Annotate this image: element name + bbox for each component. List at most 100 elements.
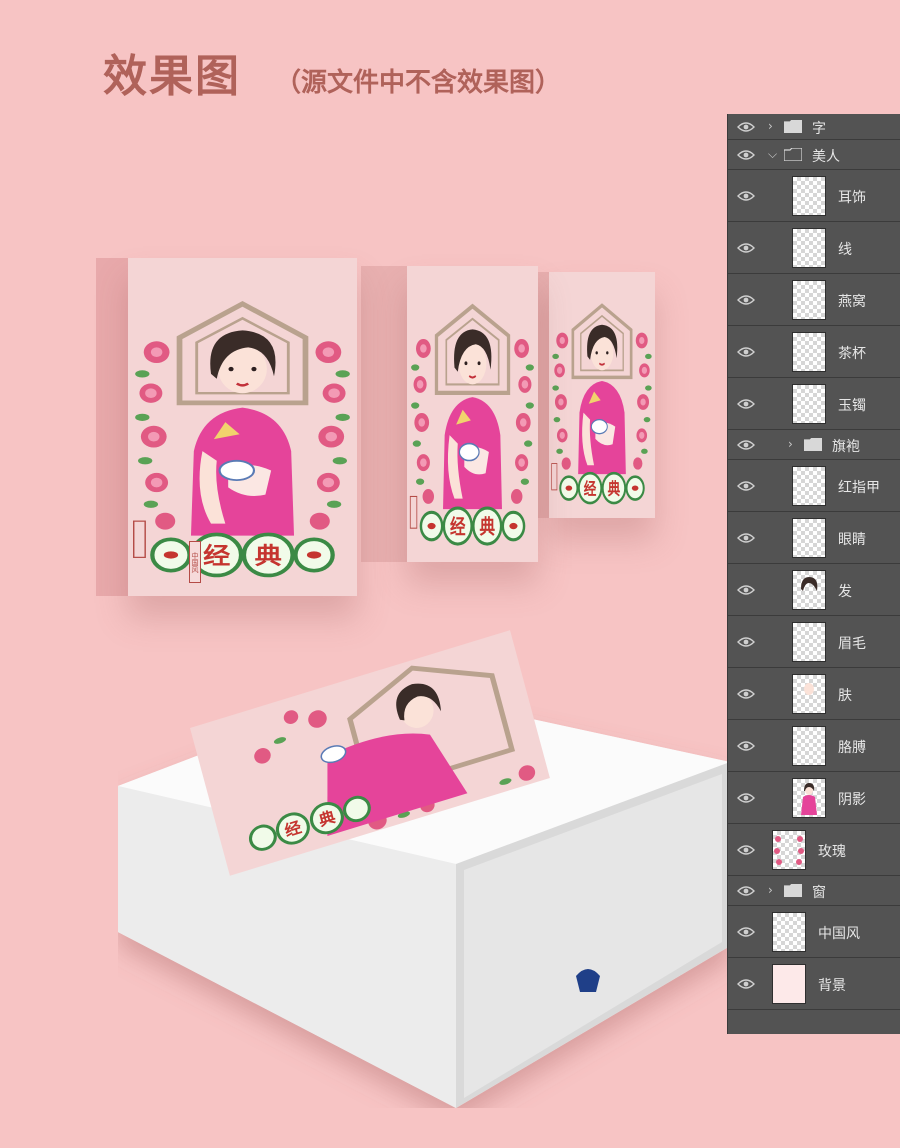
layer-name: 玫瑰 [818,844,846,860]
layer-thumbnail [792,726,826,766]
layer-name: 肤 [838,688,852,704]
chevron-right-icon[interactable]: › [768,883,773,897]
layer-row[interactable]: 玫瑰 [728,824,900,876]
chinese-style-stamp [551,463,558,491]
layer-name: 中国风 [818,926,860,942]
eye-visibility-icon[interactable] [737,190,755,202]
folder-icon [784,148,802,161]
layer-row[interactable]: 茶杯 [728,326,900,378]
box-artwork: 经 典 [551,303,652,505]
eye-visibility-icon[interactable] [737,121,755,133]
layer-row[interactable]: › 字 [728,114,900,140]
layer-row[interactable]: 红指甲 [728,460,900,512]
layer-row[interactable]: 背景 [728,958,900,1010]
layer-thumbnail [772,964,806,1004]
layer-thumbnail [792,778,826,818]
eye-visibility-icon[interactable] [737,532,755,544]
drawer-pull-ribbon[interactable] [576,969,600,992]
eye-visibility-icon[interactable] [737,926,755,938]
lady-in-qipao [578,324,626,475]
layer-name: 燕窝 [838,294,866,310]
eye-visibility-icon[interactable] [737,636,755,648]
eye-visibility-icon[interactable] [737,346,755,358]
layer-row[interactable]: 耳饰 [728,170,900,222]
eye-visibility-icon[interactable] [737,584,755,596]
layer-name: 眉毛 [838,636,866,652]
eye-visibility-icon[interactable] [737,688,755,700]
gift-box-left: 经 典 [96,258,361,596]
layer-name: 玉镯 [838,398,866,414]
eye-visibility-icon[interactable] [737,480,755,492]
badge-char-right: 典 [479,514,495,539]
layer-row[interactable]: 眼睛 [728,512,900,564]
chevron-right-icon[interactable]: › [788,437,793,451]
classic-badge: 经 典 [559,471,645,505]
layer-thumbnail [792,384,826,424]
eye-visibility-icon[interactable] [737,398,755,410]
gift-box-middle: 经 典 [361,266,538,562]
folder-icon [784,884,802,897]
layer-row[interactable]: › 窗 [728,876,900,906]
layer-row[interactable]: 线 [728,222,900,274]
layer-row[interactable]: › 旗袍 [728,430,900,460]
gift-box-right: 经 典 [535,272,655,518]
badge-char-left: 经 [450,514,466,539]
page-subtitle-note: （源文件中不含效果图） [275,68,562,98]
layer-thumbnail [792,280,826,320]
layer-name: 发 [838,584,852,600]
badge-char-left: 经 [584,478,597,498]
eye-visibility-icon[interactable] [737,242,755,254]
eye-visibility-icon[interactable] [737,149,755,161]
layer-row[interactable]: ⌵ 美人 [728,140,900,170]
eye-visibility-icon[interactable] [737,294,755,306]
layer-name: 旗袍 [832,439,860,455]
page-title: 效果图 [103,51,241,102]
layer-thumbnail [792,518,826,558]
badge-char-right: 典 [255,542,282,569]
layer-thumbnail [772,830,806,870]
layer-name: 字 [812,121,826,137]
chinese-style-stamp [133,520,146,558]
chinese-style-stamp [409,495,418,529]
eye-visibility-icon[interactable] [737,844,755,856]
layer-row[interactable]: 胳膊 [728,720,900,772]
layer-thumbnail [792,622,826,662]
layer-thumbnail [792,332,826,372]
classic-badge: 经 典 [150,532,335,578]
layer-name: 耳饰 [838,190,866,206]
layer-name: 眼睛 [838,532,866,548]
layer-thumbnail [792,466,826,506]
layer-thumbnail [792,674,826,714]
layer-row[interactable]: 中国风 [728,906,900,958]
layer-thumbnail [792,228,826,268]
stamp-text: 中国风 [191,551,199,573]
layer-row[interactable]: 阴影 [728,772,900,824]
layer-row[interactable]: 眉毛 [728,616,900,668]
box-artwork: 经 典 [409,303,534,546]
eye-visibility-icon[interactable] [737,978,755,990]
layer-thumbnail [792,176,826,216]
lady-in-qipao [443,329,502,510]
badge-char-left: 经 [203,542,230,569]
classic-badge: 经 典 [419,506,526,546]
layer-row[interactable]: 肤 [728,668,900,720]
layer-thumbnail [792,570,826,610]
layer-row[interactable]: 燕窝 [728,274,900,326]
layer-row[interactable]: 玉镯 [728,378,900,430]
eye-visibility-icon[interactable] [737,885,755,897]
eye-visibility-icon[interactable] [737,792,755,804]
page-heading: 效果图 （源文件中不含效果图） [103,40,561,104]
chevron-right-icon[interactable]: › [768,119,773,133]
eye-visibility-icon[interactable] [737,439,755,451]
layer-name: 窗 [812,885,826,901]
layer-name: 红指甲 [838,480,880,496]
layer-name: 胳膊 [838,740,866,756]
layer-row[interactable]: 发 [728,564,900,616]
layer-thumbnail [772,912,806,952]
folder-icon [804,438,822,451]
drawer-gift-box: 经 典 [118,630,730,1108]
folder-icon [784,120,802,133]
layer-name: 美人 [812,149,840,165]
eye-visibility-icon[interactable] [737,740,755,752]
chevron-down-icon[interactable]: ⌵ [768,147,777,162]
